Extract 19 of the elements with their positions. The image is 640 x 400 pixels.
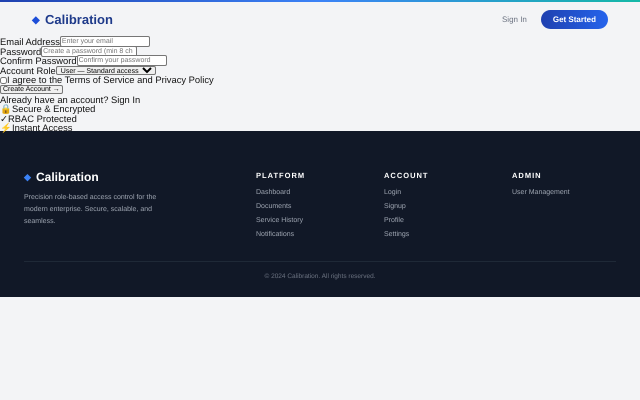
get-started-button[interactable]: Get Started [540, 10, 608, 29]
terms-checkbox[interactable] [0, 76, 7, 84]
sign-in-prompt: Already have an account? Sign In [0, 94, 140, 104]
field-label: Account Role [0, 66, 56, 76]
feature-text: Instant Access [12, 123, 72, 133]
diamond-icon: ◆ [32, 14, 40, 26]
field-label: Confirm Password [0, 56, 77, 66]
brand-name: Calibration [45, 12, 113, 27]
diamond-icon: ◆ [24, 172, 31, 182]
terms-label: I agree to the Terms of Service and Privacy Policy [7, 75, 214, 85]
field-label: Email Address [0, 37, 60, 47]
footer-brand-name: Calibration [36, 170, 99, 184]
feature-icon: 🔒 [0, 104, 12, 114]
feature-text: Secure & Encrypted [12, 104, 96, 114]
sign-in-link[interactable]: Sign In [502, 15, 527, 24]
feature-icon: ✓ [0, 114, 8, 124]
feature-text: RBAC Protected [8, 114, 77, 124]
field-label: Password [0, 46, 42, 56]
feature-icon: ⚡ [0, 123, 12, 133]
